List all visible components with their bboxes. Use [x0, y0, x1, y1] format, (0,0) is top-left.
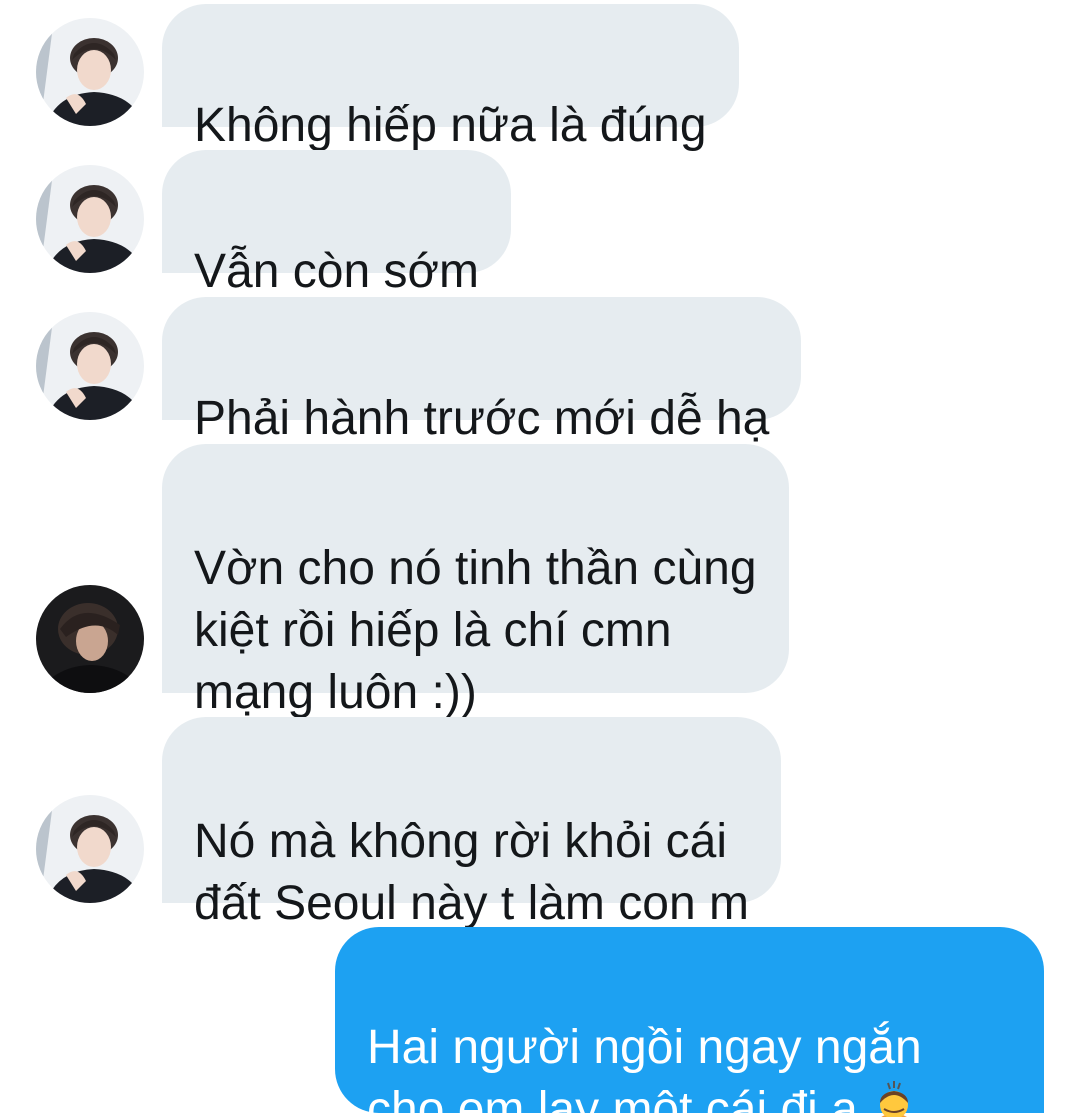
person-bowing-emoji: [866, 1079, 922, 1117]
sender-avatar[interactable]: [36, 165, 144, 273]
message-bubble-incoming[interactable]: Không hiếp nữa là đúng: [162, 4, 739, 152]
sender-avatar[interactable]: [36, 795, 144, 903]
message-bubble-outgoing[interactable]: Hai người ngồi ngay ngắn cho em lạy một …: [335, 927, 1044, 1117]
message-text: Nó mà không rời khỏi cái đất Seoul này t…: [194, 815, 749, 930]
message-bubble-incoming[interactable]: Phải hành trước mới dễ hạ: [162, 297, 802, 445]
sender-avatar[interactable]: [36, 18, 144, 126]
message-text: Vờn cho nó tinh thần cùng kiệt rồi hiếp …: [194, 542, 757, 719]
message-text: Không hiếp nữa là đúng: [194, 99, 707, 152]
message-bubble-incoming[interactable]: Nó mà không rời khỏi cái đất Seoul này t…: [162, 717, 781, 930]
message-text: Phải hành trước mới dễ hạ: [194, 392, 770, 445]
message-text: Hai người ngồi ngay ngắn cho em lạy một …: [367, 1021, 922, 1117]
message-bubble-incoming[interactable]: Vẫn còn sớm: [162, 150, 511, 298]
sender-avatar[interactable]: [36, 585, 144, 693]
sender-avatar[interactable]: [36, 312, 144, 420]
message-text: Vẫn còn sớm: [194, 245, 479, 298]
chat-screen: Không hiếp nữa là đúng Vẫn còn sớm Phải …: [0, 0, 1080, 1117]
message-bubble-incoming[interactable]: Vờn cho nó tinh thần cùng kiệt rồi hiếp …: [162, 444, 789, 719]
